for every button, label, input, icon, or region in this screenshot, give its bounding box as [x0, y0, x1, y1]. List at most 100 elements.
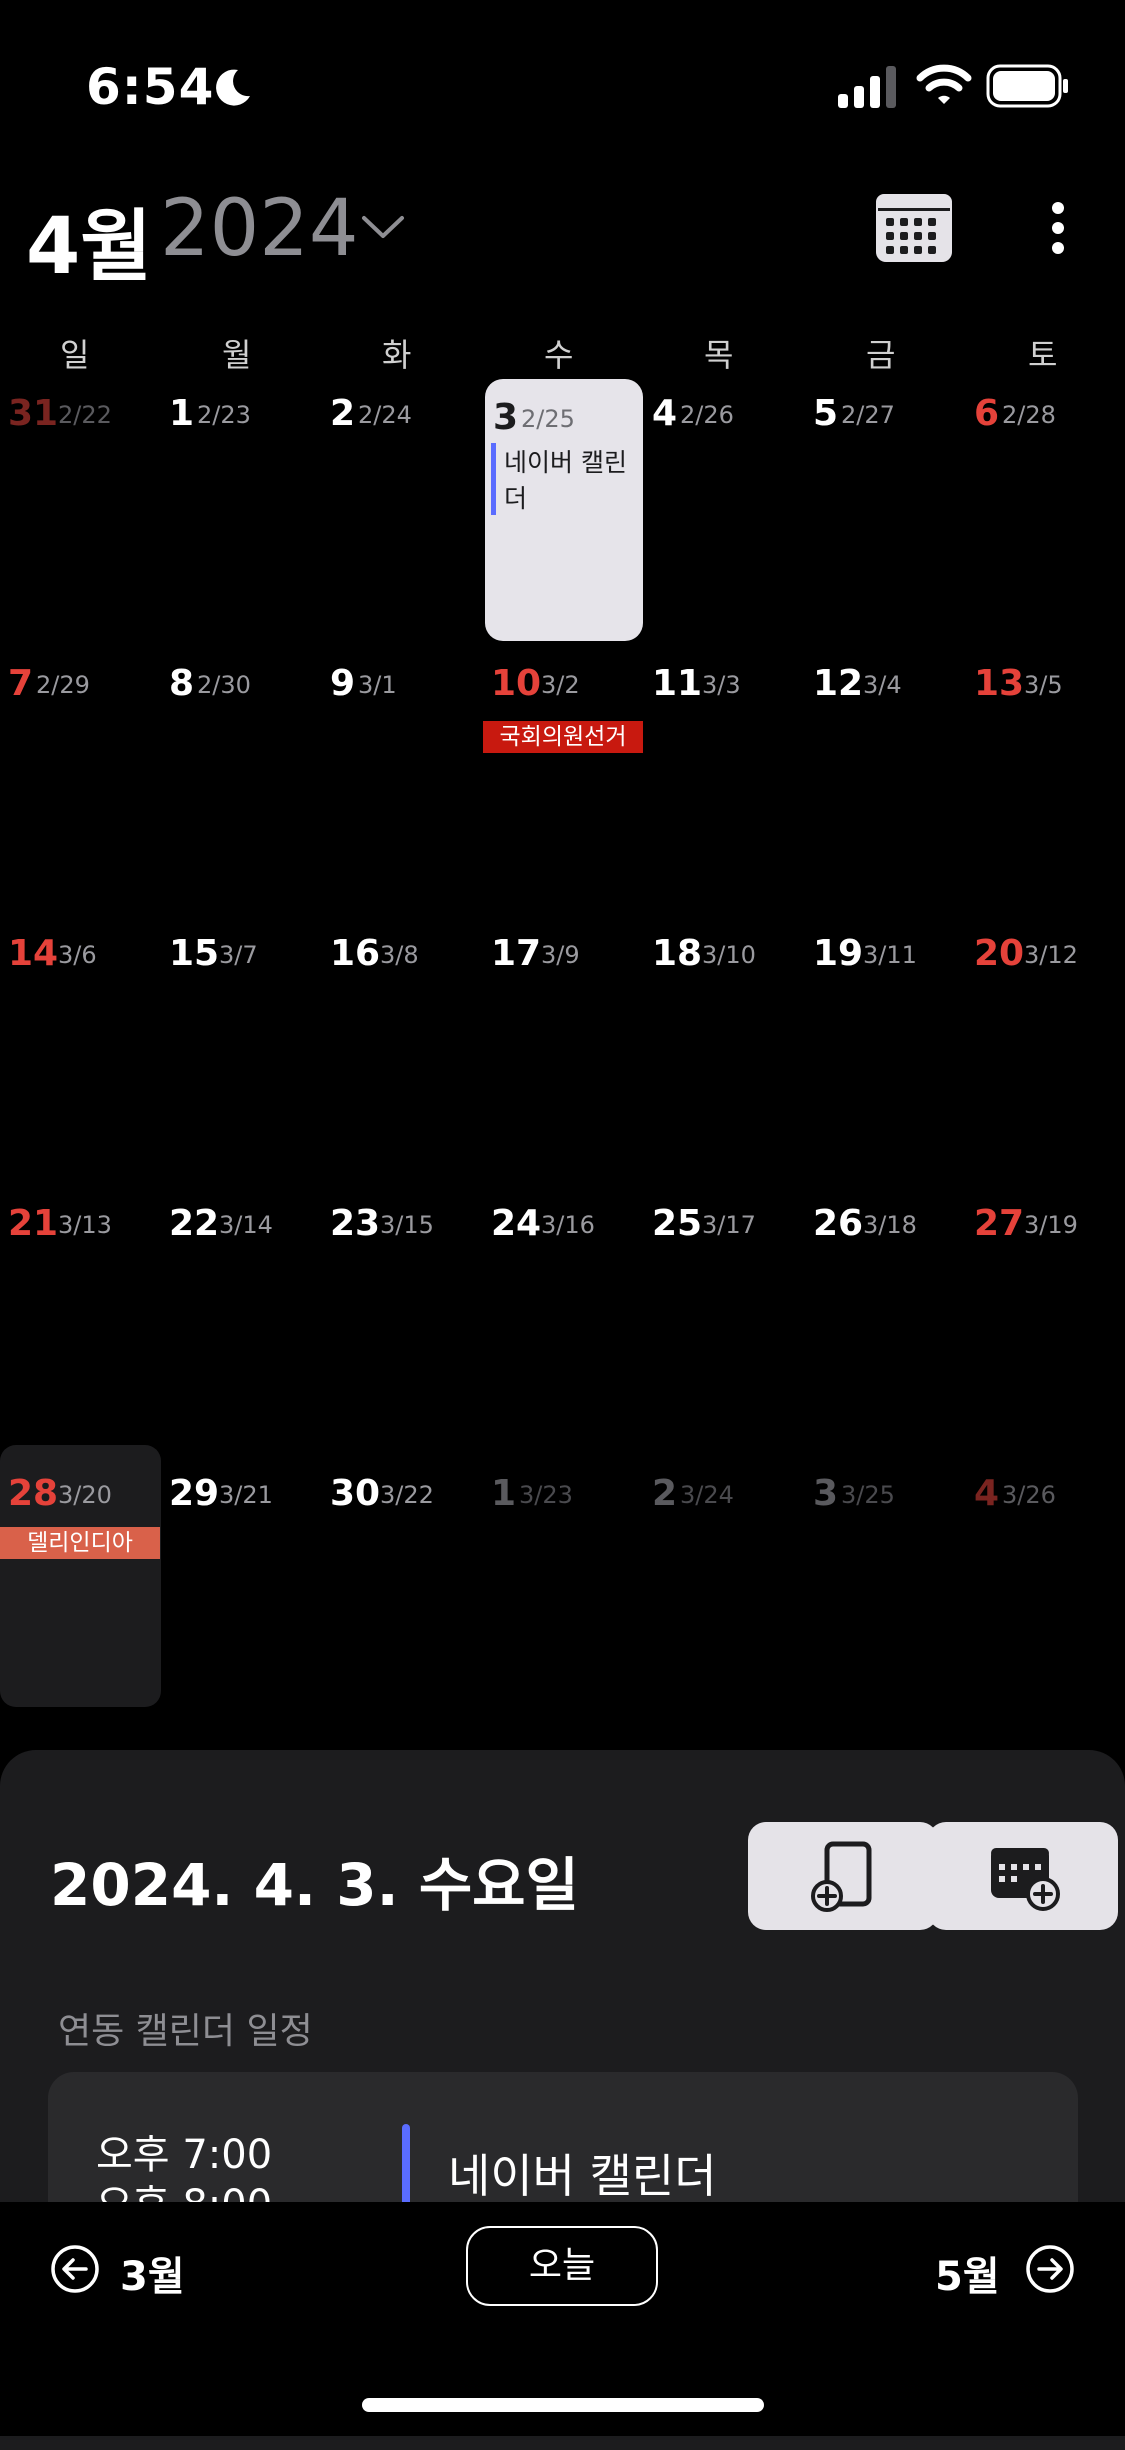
lunar-date: 3/18	[863, 1211, 917, 1239]
day-number: 25	[652, 1203, 703, 1244]
lunar-date: 3/19	[1024, 1211, 1078, 1239]
lunar-date: 3/8	[380, 941, 419, 969]
next-month-button[interactable]: 5월	[935, 2240, 1075, 2300]
weekday-label: 수	[544, 336, 574, 374]
weekday-label: 금	[866, 336, 896, 374]
lunar-date: 3/20	[58, 1481, 112, 1509]
day-number: 3	[813, 1473, 839, 1514]
day-cell[interactable]: 18 3/10	[644, 915, 805, 1185]
day-cell[interactable]: 16 3/8	[322, 915, 483, 1185]
arrow-right-circle-icon	[1026, 2245, 1074, 2293]
day-cell[interactable]: 15 3/7	[161, 915, 322, 1185]
weekday-label: 토	[1028, 336, 1058, 374]
day-cell[interactable]: 17 3/9	[483, 915, 644, 1185]
day-number: 4	[974, 1473, 1000, 1514]
day-number: 6	[974, 393, 1000, 434]
day-cell[interactable]: 3 2/25 네이버 캘린더	[485, 379, 643, 641]
today-button[interactable]: 오늘	[466, 2226, 658, 2306]
day-number: 28	[8, 1473, 59, 1514]
lunar-date: 3/4	[863, 671, 902, 699]
day-cell[interactable]: 2 3/24	[644, 1455, 805, 1725]
lunar-date: 2/26	[680, 401, 734, 429]
day-number: 18	[652, 933, 703, 974]
weekday-label: 목	[704, 336, 734, 374]
day-number: 4	[652, 393, 678, 434]
lunar-date: 2/29	[36, 671, 90, 699]
lunar-date: 2/27	[841, 401, 895, 429]
day-number: 27	[974, 1203, 1025, 1244]
lunar-date: 3/12	[1024, 941, 1078, 969]
day-cell[interactable]: 1 2/23	[161, 375, 322, 645]
day-cell[interactable]: 12 3/4	[805, 645, 966, 915]
lunar-date: 2/24	[358, 401, 412, 429]
event-title: 네이버 캘린더	[448, 2149, 717, 2203]
calendar-view-icon[interactable]	[874, 192, 954, 264]
day-cell[interactable]: 25 3/17	[644, 1185, 805, 1455]
selected-date-title: 2024. 4. 3. 수요일	[50, 1851, 579, 1919]
day-cell[interactable]: 22 3/14	[161, 1185, 322, 1455]
day-cell[interactable]: 3 3/25	[805, 1455, 966, 1725]
day-cell[interactable]: 4 2/26	[644, 375, 805, 645]
more-options-icon[interactable]	[1040, 198, 1076, 258]
day-cell[interactable]: 10 3/2 국회의원선거	[483, 645, 644, 915]
lunar-date: 3/22	[380, 1481, 434, 1509]
day-cell[interactable]: 27 3/19	[966, 1185, 1125, 1455]
day-cell[interactable]: 31 2/22	[0, 375, 161, 645]
day-cell[interactable]: 28 3/20 델리인디아	[0, 1445, 161, 1707]
lunar-date: 3/25	[841, 1481, 895, 1509]
day-cell[interactable]: 8 2/30	[161, 645, 322, 915]
day-number: 1	[491, 1473, 517, 1514]
day-number: 1	[169, 393, 195, 434]
lunar-date: 3/5	[1024, 671, 1063, 699]
day-cell[interactable]: 21 3/13	[0, 1185, 161, 1455]
lunar-date: 3/16	[541, 1211, 595, 1239]
weekday-label: 일	[60, 336, 90, 374]
day-cell[interactable]: 1 3/23	[483, 1455, 644, 1725]
day-cell[interactable]: 23 3/15	[322, 1185, 483, 1455]
day-cell[interactable]: 9 3/1	[322, 645, 483, 915]
event-color-bar	[402, 2124, 410, 2214]
day-cell[interactable]: 7 2/29	[0, 645, 161, 915]
weekday-label: 화	[382, 336, 412, 374]
day-number: 17	[491, 933, 542, 974]
day-number: 26	[813, 1203, 864, 1244]
day-number: 23	[330, 1203, 381, 1244]
day-number: 9	[330, 663, 356, 704]
day-number: 22	[169, 1203, 220, 1244]
day-number: 21	[8, 1203, 59, 1244]
wifi-icon	[916, 64, 972, 104]
day-cell[interactable]: 13 3/5	[966, 645, 1125, 915]
day-number: 14	[8, 933, 59, 974]
day-cell[interactable]: 11 3/3	[644, 645, 805, 915]
add-memo-button[interactable]	[748, 1822, 938, 1930]
lunar-date: 2/22	[58, 401, 112, 429]
year-title[interactable]: 2024	[160, 184, 359, 274]
day-cell[interactable]: 20 3/12	[966, 915, 1125, 1185]
chevron-down-icon[interactable]	[360, 212, 406, 242]
day-number: 2	[652, 1473, 678, 1514]
day-cell[interactable]: 19 3/11	[805, 915, 966, 1185]
prev-month-label: 3월	[120, 2254, 185, 2300]
day-cell[interactable]: 30 3/22	[322, 1455, 483, 1725]
add-event-button[interactable]	[928, 1822, 1118, 1930]
day-cell[interactable]: 2 2/24	[322, 375, 483, 645]
day-cell[interactable]: 26 3/18	[805, 1185, 966, 1455]
lunar-date: 3/15	[380, 1211, 434, 1239]
day-number: 19	[813, 933, 864, 974]
prev-month-button[interactable]: 3월	[50, 2240, 190, 2300]
day-cell[interactable]: 29 3/21	[161, 1455, 322, 1725]
moon-icon	[216, 69, 250, 106]
day-number: 5	[813, 393, 839, 434]
day-cell[interactable]: 5 2/27	[805, 375, 966, 645]
event-chip[interactable]: 델리인디아	[0, 1527, 160, 1559]
lunar-date: 3/23	[519, 1481, 573, 1509]
day-cell[interactable]: 24 3/16	[483, 1185, 644, 1455]
day-cell[interactable]: 6 2/28	[966, 375, 1125, 645]
lunar-date: 2/28	[1002, 401, 1056, 429]
event-chip[interactable]: 네이버 캘린더	[491, 443, 643, 515]
day-cell[interactable]: 14 3/6	[0, 915, 161, 1185]
lunar-date: 3/17	[702, 1211, 756, 1239]
day-cell[interactable]: 4 3/26	[966, 1455, 1125, 1725]
day-number: 11	[652, 663, 703, 704]
month-title[interactable]: 4월	[26, 184, 152, 296]
